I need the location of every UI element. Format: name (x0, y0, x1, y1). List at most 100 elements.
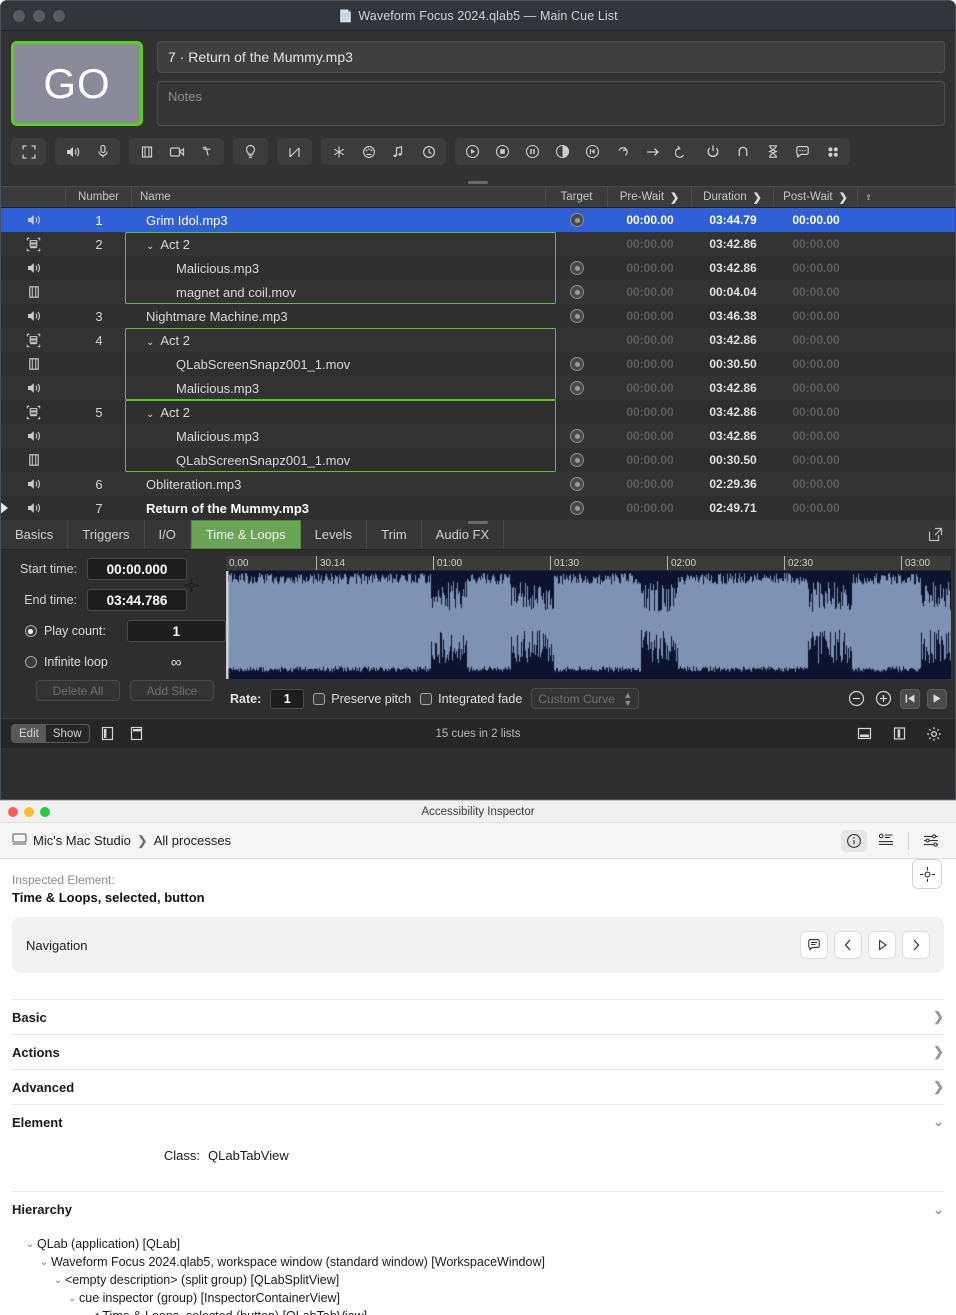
cue-pre-wait[interactable]: 00:00.00 (608, 381, 692, 395)
target-icon[interactable] (729, 140, 756, 164)
cue-duration[interactable]: 03:42.86 (692, 405, 774, 419)
hierarchy-tree[interactable]: ⌄QLab (application) [QLab]⌄Waveform Focu… (12, 1227, 944, 1315)
cue-name[interactable]: ⌄Act 2 (132, 405, 546, 420)
stop-icon[interactable] (489, 140, 516, 164)
pause-icon[interactable] (519, 140, 546, 164)
next-icon[interactable] (902, 931, 930, 959)
cue-target[interactable] (546, 429, 608, 443)
chevron-down-icon[interactable]: ⌄ (26, 1239, 37, 1250)
cue-name[interactable]: magnet and coil.mov (132, 285, 546, 300)
cue-target[interactable] (546, 309, 608, 323)
cue-pre-wait[interactable]: 00:00.00 (608, 501, 692, 515)
tab-triggers[interactable]: Triggers (68, 520, 144, 549)
table-row[interactable]: QLabScreenSnapz001_1.mov00:00.0000:30.50… (1, 448, 955, 472)
play-icon[interactable] (868, 931, 896, 959)
cue-post-wait[interactable]: 00:00.00 (774, 405, 858, 419)
cue-duration[interactable]: 02:29.36 (692, 477, 774, 491)
cue-duration[interactable]: 03:42.86 (692, 381, 774, 395)
cue-name[interactable]: Grim Idol.mp3 (132, 213, 546, 228)
disclosure-triangle-icon[interactable]: ⌄ (146, 409, 154, 420)
play-icon[interactable] (927, 689, 947, 709)
cue-pre-wait[interactable]: 00:00.00 (608, 477, 692, 491)
header-number[interactable]: Number (66, 187, 132, 207)
clock-icon[interactable] (415, 140, 442, 164)
play-count-radio[interactable] (25, 625, 37, 637)
cue-duration[interactable]: 03:44.79 (692, 213, 774, 227)
tree-node[interactable]: ⌄<empty description> (split group) [QLab… (12, 1271, 944, 1289)
cue-table-body[interactable]: 1Grim Idol.mp300:00.0003:44.7900:00.002⌄… (1, 208, 955, 520)
side-panel-icon[interactable] (888, 724, 910, 743)
current-cue-title[interactable]: 7 · Return of the Mummy.mp3 (157, 41, 945, 73)
cue-target[interactable] (546, 477, 608, 491)
audit-list-icon[interactable] (873, 830, 899, 852)
rewind-icon[interactable] (579, 140, 606, 164)
header-target[interactable]: Target (546, 187, 608, 207)
rate-input[interactable]: 1 (270, 689, 304, 709)
cue-post-wait[interactable]: 00:00.00 (774, 237, 858, 251)
go-button[interactable]: GO (11, 41, 143, 126)
waveform-display[interactable] (226, 571, 951, 679)
breadcrumb-scope[interactable]: All processes (154, 833, 231, 848)
settings-sliders-icon[interactable] (918, 830, 944, 852)
table-row[interactable]: 3Nightmare Machine.mp300:00.0003:46.3800… (1, 304, 955, 328)
speech-bubble-icon[interactable] (800, 931, 828, 959)
cue-name[interactable]: Malicious.mp3 (132, 261, 546, 276)
inspector-tabbar[interactable]: BasicsTriggersI/OTime & LoopsLevelsTrimA… (1, 520, 955, 550)
tree-node[interactable]: ⌄QLab (application) [QLab] (12, 1235, 944, 1253)
add-slice-button[interactable]: Add Slice (130, 680, 214, 701)
header-post-wait[interactable]: Post-Wait ❯ (774, 187, 858, 207)
cue-pre-wait[interactable]: 00:00.00 (608, 285, 692, 299)
cue-name[interactable]: Malicious.mp3 (132, 381, 546, 396)
section-basic[interactable]: Basic❯ (12, 999, 944, 1034)
disclosure-triangle-icon[interactable]: ⌄ (146, 337, 154, 348)
cue-post-wait[interactable]: 00:00.00 (774, 261, 858, 275)
chevron-down-icon[interactable]: ⌄ (40, 1257, 51, 1268)
cue-duration[interactable]: 03:42.86 (692, 429, 774, 443)
cue-target[interactable] (546, 381, 608, 395)
infinite-loop-radio[interactable] (25, 656, 37, 668)
preserve-pitch-checkbox[interactable] (313, 693, 325, 705)
start-time-input[interactable]: 00:00.000 (87, 558, 187, 580)
cue-name[interactable]: ⌄Act 2 (132, 237, 546, 252)
previous-icon[interactable] (834, 931, 862, 959)
cue-name[interactable]: Malicious.mp3 (132, 429, 546, 444)
camera-icon[interactable] (163, 140, 190, 164)
cue-target[interactable] (546, 261, 608, 275)
section-actions[interactable]: Actions❯ (12, 1034, 944, 1069)
midi-icon[interactable] (355, 140, 382, 164)
cue-duration[interactable]: 03:42.86 (692, 261, 774, 275)
cue-post-wait[interactable]: 00:00.00 (774, 357, 858, 371)
zoom-in-icon[interactable] (873, 689, 893, 709)
tab-basics[interactable]: Basics (1, 520, 68, 549)
integrated-fade-row[interactable]: Integrated fade (420, 692, 522, 706)
cue-name[interactable]: QLabScreenSnapz001_1.mov (132, 453, 546, 468)
skip-to-start-icon[interactable] (900, 689, 920, 709)
table-row[interactable]: 2⌄Act 200:00.0003:42.8600:00.00 (1, 232, 955, 256)
cue-duration[interactable]: 00:30.50 (692, 453, 774, 467)
play-count-input[interactable]: 1 (127, 620, 226, 642)
table-row[interactable]: QLabScreenSnapz001_1.mov00:00.0000:30.50… (1, 352, 955, 376)
section-advanced[interactable]: Advanced❯ (12, 1069, 944, 1104)
cue-name[interactable]: QLabScreenSnapz001_1.mov (132, 357, 546, 372)
tree-node[interactable]: ⌄cue inspector (group) [InspectorContain… (12, 1289, 944, 1307)
curve-select[interactable]: Custom Curve ▲▼ (531, 688, 639, 709)
music-note-icon[interactable] (385, 140, 412, 164)
table-row[interactable]: 6Obliteration.mp300:00.0002:29.3600:00.0… (1, 472, 955, 496)
header-name[interactable]: Name (132, 187, 546, 207)
header-continue-icon[interactable] (858, 187, 879, 207)
hierarchy-section-header[interactable]: Hierarchy ⌄ (12, 1192, 944, 1227)
cue-pre-wait[interactable]: 00:00.00 (608, 405, 692, 419)
cue-pre-wait[interactable]: 00:00.00 (608, 333, 692, 347)
tree-node[interactable]: ⌄✦Time & Loops, selected (button) [QLabT… (12, 1307, 944, 1315)
crosshair-target-icon[interactable] (912, 859, 942, 889)
goto-icon[interactable] (669, 140, 696, 164)
cue-pre-wait[interactable]: 00:00.00 (608, 213, 692, 227)
notes-field[interactable]: Notes (157, 81, 945, 126)
cue-name[interactable]: Obliteration.mp3 (132, 477, 546, 492)
header-pre-wait[interactable]: Pre-Wait ❯ (608, 187, 692, 207)
cue-post-wait[interactable]: 00:00.00 (774, 309, 858, 323)
cue-duration[interactable]: 03:42.86 (692, 237, 774, 251)
cue-target[interactable] (546, 357, 608, 371)
cue-name[interactable]: Nightmare Machine.mp3 (132, 309, 546, 324)
table-row[interactable]: Malicious.mp300:00.0003:42.8600:00.00 (1, 424, 955, 448)
